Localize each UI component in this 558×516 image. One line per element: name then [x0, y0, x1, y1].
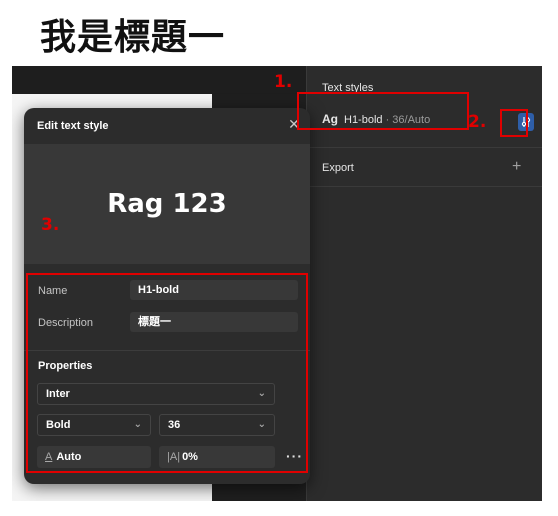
preview-text: Rag 123 [107, 189, 227, 219]
callout-box-2 [500, 109, 528, 137]
callout-number-1: 1. [274, 72, 293, 92]
page-heading: 我是標題一 [40, 17, 226, 58]
plus-icon[interactable]: + [512, 158, 521, 176]
modal-title: Edit text style [37, 120, 109, 132]
modal-header: Edit text style ✕ [24, 108, 310, 144]
callout-number-3: 3. [41, 215, 60, 235]
export-section-label: Export [322, 162, 354, 174]
callout-box-3 [26, 273, 308, 473]
callout-box-1 [297, 92, 469, 130]
panel-divider [307, 147, 542, 148]
callout-number-2: 2. [468, 112, 487, 132]
text-preview: Rag 123 [24, 144, 310, 264]
panel-divider [307, 186, 542, 187]
